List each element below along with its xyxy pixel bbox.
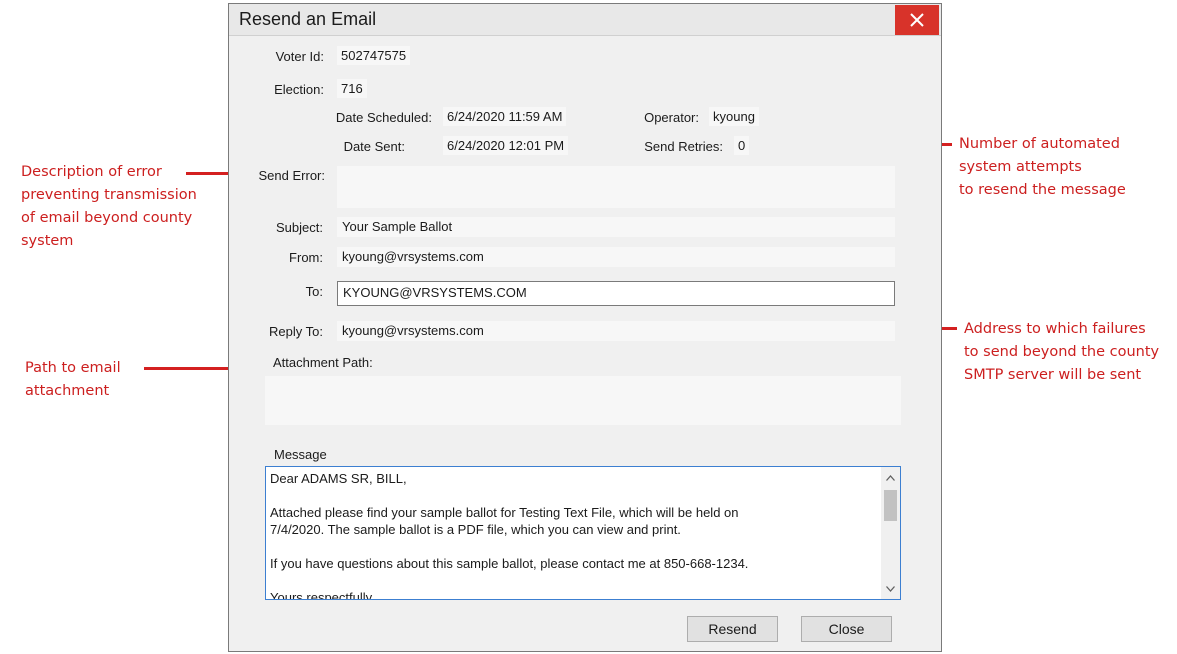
election-value: 716 <box>337 79 367 98</box>
send-retries-label: Send Retries: <box>644 139 723 154</box>
message-textarea[interactable]: Dear ADAMS SR, BILL, Attached please fin… <box>265 466 901 600</box>
send-error-field <box>337 166 895 208</box>
attachment-path-field <box>265 376 901 425</box>
annotation-send-error: Description of error preventing transmis… <box>21 164 197 249</box>
close-icon <box>910 13 924 27</box>
scroll-down-icon[interactable] <box>881 580 900 597</box>
reply-to-label: Reply To: <box>269 324 323 339</box>
election-label: Election: <box>274 82 324 97</box>
date-sent-value: 6/24/2020 12:01 PM <box>443 136 569 155</box>
voter-id-value: 502747575 <box>337 46 411 65</box>
voter-id-label: Voter Id: <box>275 49 324 64</box>
operator-label: Operator: <box>644 110 699 125</box>
resend-button[interactable]: Resend <box>687 616 778 642</box>
date-scheduled-value: 6/24/2020 11:59 AM <box>443 107 567 126</box>
date-scheduled-label: Date Scheduled: <box>335 110 432 125</box>
reply-to-field: kyoung@vrsystems.com <box>337 321 895 341</box>
annotation-reply-to: Address to which failures to send beyond… <box>964 321 1160 383</box>
annotation-send-retries: Number of automated system attempts to r… <box>959 136 1126 198</box>
send-retries-value: 0 <box>734 136 750 155</box>
scroll-up-icon[interactable] <box>881 469 900 486</box>
message-label: Message <box>274 447 327 462</box>
message-scrollbar[interactable] <box>881 467 900 599</box>
close-window-button[interactable] <box>895 5 939 35</box>
to-label: To: <box>305 284 323 299</box>
to-input[interactable]: KYOUNG@VRSYSTEMS.COM <box>337 281 895 306</box>
date-sent-label: Date Sent: <box>343 139 405 154</box>
send-error-label: Send Error: <box>258 168 325 183</box>
subject-field: Your Sample Ballot <box>337 217 895 237</box>
message-body[interactable]: Dear ADAMS SR, BILL, Attached please fin… <box>270 470 876 599</box>
resend-email-dialog: Resend an Email Voter Id: 502747575 Elec… <box>228 3 942 652</box>
from-field: kyoung@vrsystems.com <box>337 247 895 267</box>
annotation-attachment: Path to email attachment <box>25 360 121 399</box>
window-title: Resend an Email <box>239 9 377 29</box>
from-label: From: <box>289 250 323 265</box>
operator-value: kyoung <box>709 107 759 126</box>
subject-label: Subject: <box>276 220 323 235</box>
attachment-path-label: Attachment Path: <box>273 355 373 370</box>
scroll-thumb[interactable] <box>884 490 897 521</box>
title-bar[interactable]: Resend an Email <box>229 4 941 36</box>
close-button[interactable]: Close <box>801 616 892 642</box>
